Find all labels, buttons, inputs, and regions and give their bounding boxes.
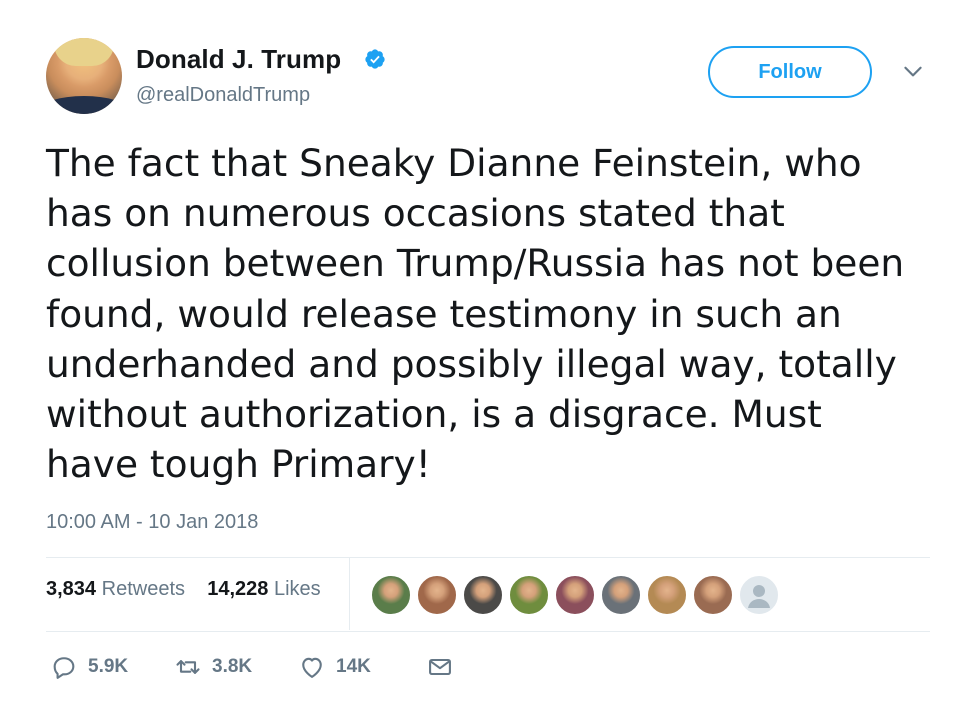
likes-label: Likes <box>273 578 321 600</box>
retweet-icon <box>176 660 200 674</box>
avatar-hair <box>54 38 114 66</box>
tweet-line: have tough Primary! <box>46 442 431 487</box>
liker-avatar[interactable] <box>600 574 642 616</box>
stats-divider <box>349 558 350 630</box>
liker-avatar[interactable] <box>646 574 688 616</box>
like-count: 14K <box>336 656 371 677</box>
tweet-line: collusion between Trump/Russia has not b… <box>46 241 905 286</box>
heart-icon <box>302 657 322 678</box>
divider-top <box>46 557 930 558</box>
liker-avatar[interactable] <box>738 574 780 616</box>
tweet-line: underhanded and possibly illegal way, to… <box>46 341 897 386</box>
tweet-line: The fact that Sneaky Dianne Feinstein, w… <box>46 141 862 185</box>
author-avatar[interactable] <box>46 38 122 114</box>
direct-message-button[interactable] <box>426 650 454 684</box>
envelope-icon <box>429 658 451 676</box>
default-avatar-icon <box>748 585 770 608</box>
tweet-text: The fact that Sneaky Dianne Feinstein, w… <box>46 138 946 489</box>
retweet-count: 3.8K <box>212 656 253 677</box>
chevron-down-icon[interactable] <box>900 58 926 84</box>
tweet-timestamp[interactable]: 10:00 AM - 10 Jan 2018 <box>46 511 258 534</box>
reply-icon <box>53 657 75 679</box>
like-button[interactable]: 14K <box>298 650 371 684</box>
liker-avatar[interactable] <box>416 574 458 616</box>
tweet-stats: 3,834 Retweets 14,228 Likes <box>46 578 321 601</box>
retweets-label: Retweets <box>101 578 185 600</box>
liker-avatar[interactable] <box>370 574 412 616</box>
author-handle[interactable]: @realDonaldTrump <box>136 84 310 107</box>
likes-count: 14,228 <box>207 578 269 600</box>
author-name[interactable]: Donald J. Trump <box>136 44 341 75</box>
avatar-suit <box>46 96 122 114</box>
retweets-count: 3,834 <box>46 578 97 600</box>
retweets-stat[interactable]: 3,834 Retweets <box>46 578 185 600</box>
liker-avatar[interactable] <box>508 574 550 616</box>
tweet-line: without authorization, is a disgrace. Mu… <box>46 392 822 437</box>
follow-button[interactable]: Follow <box>708 46 872 98</box>
divider-bottom <box>46 631 930 632</box>
reply-button[interactable]: 5.9K <box>50 650 128 684</box>
tweet-line: found, would release testimony in such a… <box>46 291 842 336</box>
tweet-line: has on numerous occasions stated that <box>46 191 785 236</box>
reply-count: 5.9K <box>88 656 129 677</box>
liker-avatar[interactable] <box>462 574 504 616</box>
verified-badge-icon <box>365 49 385 69</box>
liker-avatar[interactable] <box>692 574 734 616</box>
retweet-button[interactable]: 3.8K <box>174 650 252 684</box>
liker-avatar[interactable] <box>554 574 596 616</box>
likes-stat[interactable]: 14,228 Likes <box>207 578 320 600</box>
